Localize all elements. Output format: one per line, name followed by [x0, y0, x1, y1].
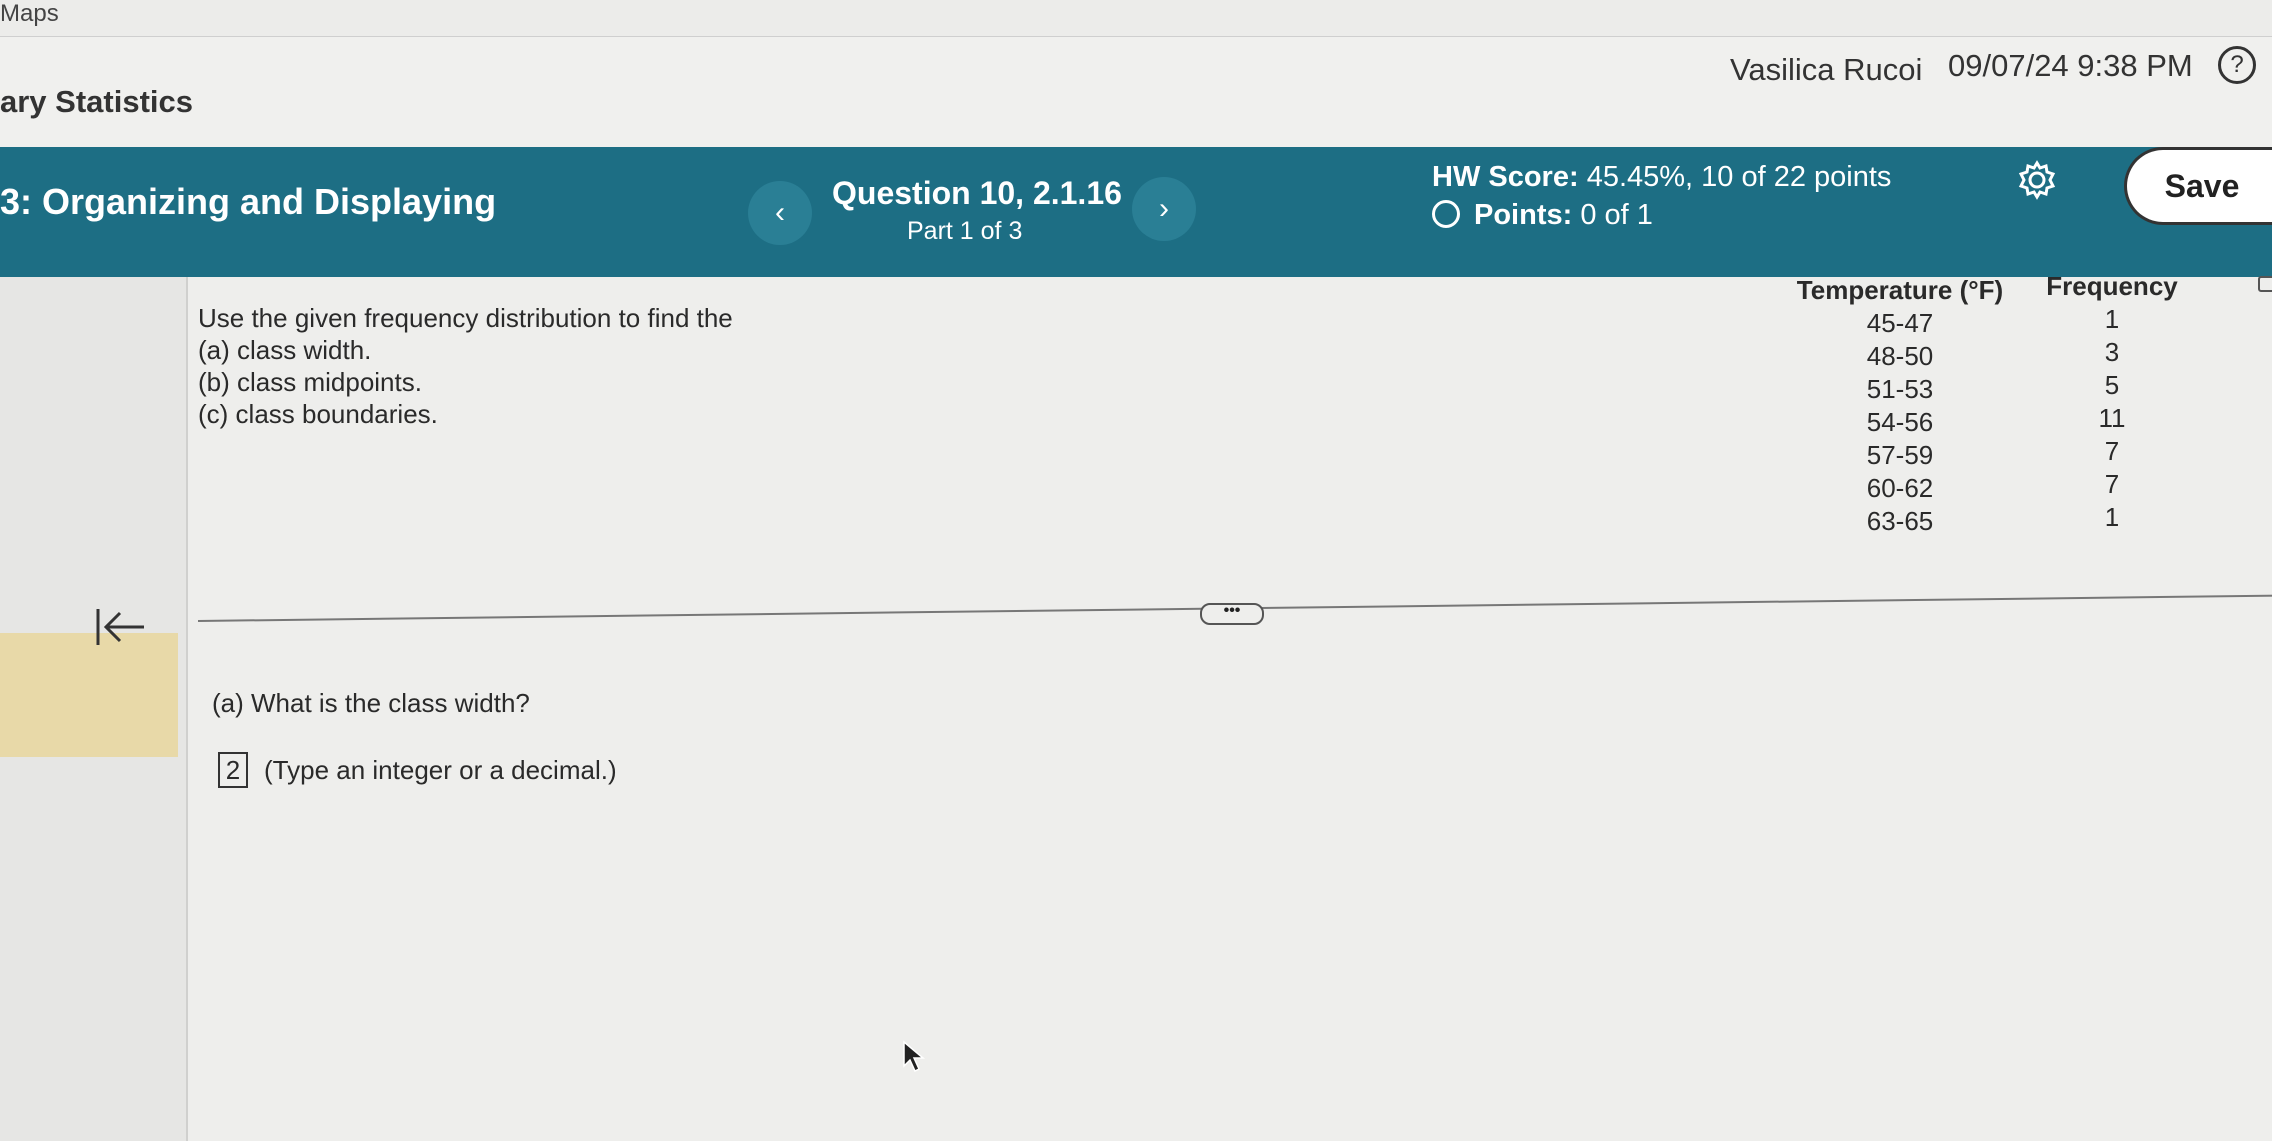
save-button[interactable]: Save — [2124, 147, 2272, 225]
prompt-line: Use the given frequency distribution to … — [198, 303, 733, 333]
left-rail — [0, 277, 188, 1141]
table-cell: 57-59 — [1866, 440, 1934, 470]
points-status-icon — [1432, 200, 1460, 229]
datetime: 09/07/24 9:38 PM — [1948, 48, 2193, 83]
previous-question-button[interactable]: ‹ — [748, 181, 812, 245]
help-icon[interactable]: ? — [2218, 46, 2256, 84]
table-cell: 7 — [2104, 469, 2120, 499]
part-a-question: (a) What is the class width? — [212, 688, 530, 718]
table-cell: 11 — [2098, 403, 2126, 433]
prompt-line: (a) class width. — [198, 335, 372, 365]
answer-row: 2 (Type an integer or a decimal.) — [218, 752, 617, 788]
table-cell: 48-50 — [1866, 341, 1934, 371]
gear-icon[interactable] — [2016, 159, 2058, 201]
question-title: Question 10, 2.1.16 — [832, 175, 1122, 211]
question-toolbar: 3: Organizing and Displaying ‹ Question … — [0, 147, 2272, 277]
hw-score-value: 45.45%, 10 of 22 points — [1586, 161, 1892, 193]
table-cell: 54-56 — [1866, 407, 1934, 437]
table-cell: 63-65 — [1866, 506, 1934, 536]
hw-score-label: HW Score: — [1432, 161, 1579, 193]
problem-prompt: Use the given frequency distribution to … — [198, 302, 733, 430]
resize-handle[interactable]: ••• — [1200, 603, 1264, 625]
course-header — [0, 37, 2272, 147]
table-cell: 7 — [2104, 436, 2120, 466]
side-panel-tab[interactable] — [2258, 276, 2272, 292]
prompt-line: (b) class midpoints. — [198, 367, 422, 397]
points-value: 0 of 1 — [1580, 199, 1653, 231]
bookmark-maps[interactable]: Maps — [0, 0, 59, 28]
collapse-left-icon[interactable] — [94, 603, 148, 651]
table-cell: 3 — [2104, 337, 2120, 367]
frequency-column: Frequency 1 3 5 11 7 7 1 — [2042, 270, 2182, 534]
prompt-line: (c) class boundaries. — [198, 399, 438, 429]
table-cell: 51-53 — [1866, 374, 1934, 404]
points-status: Points: 0 of 1 — [1432, 199, 1653, 232]
mouse-cursor-icon — [903, 1040, 926, 1073]
table-cell: 60-62 — [1866, 473, 1934, 503]
class-width-answer-field[interactable]: 2 — [218, 752, 248, 788]
table-cell: 1 — [2104, 502, 2120, 532]
course-title: ary Statistics — [0, 84, 193, 119]
next-question-button[interactable]: › — [1132, 177, 1196, 241]
table-header-temperature: Temperature (°F) — [1796, 275, 2004, 305]
table-cell: 1 — [2104, 304, 2120, 334]
temperature-column: Temperature (°F) 45-47 48-50 51-53 54-56… — [1780, 274, 2020, 538]
hw-score: HW Score: 45.45%, 10 of 22 points — [1432, 161, 1891, 194]
table-header-frequency: Frequency — [2046, 271, 2178, 301]
user-name: Vasilica Rucoi — [1730, 52, 1923, 87]
section-title: 3: Organizing and Displaying — [0, 181, 497, 222]
browser-bookmarks-bar: Maps — [0, 0, 2272, 37]
answer-hint: (Type an integer or a decimal.) — [264, 755, 617, 785]
points-label: Points: — [1474, 199, 1573, 231]
question-part: Part 1 of 3 — [907, 217, 1023, 245]
table-cell: 45-47 — [1866, 308, 1934, 338]
active-question-highlight — [0, 633, 178, 757]
table-cell: 5 — [2104, 370, 2120, 400]
